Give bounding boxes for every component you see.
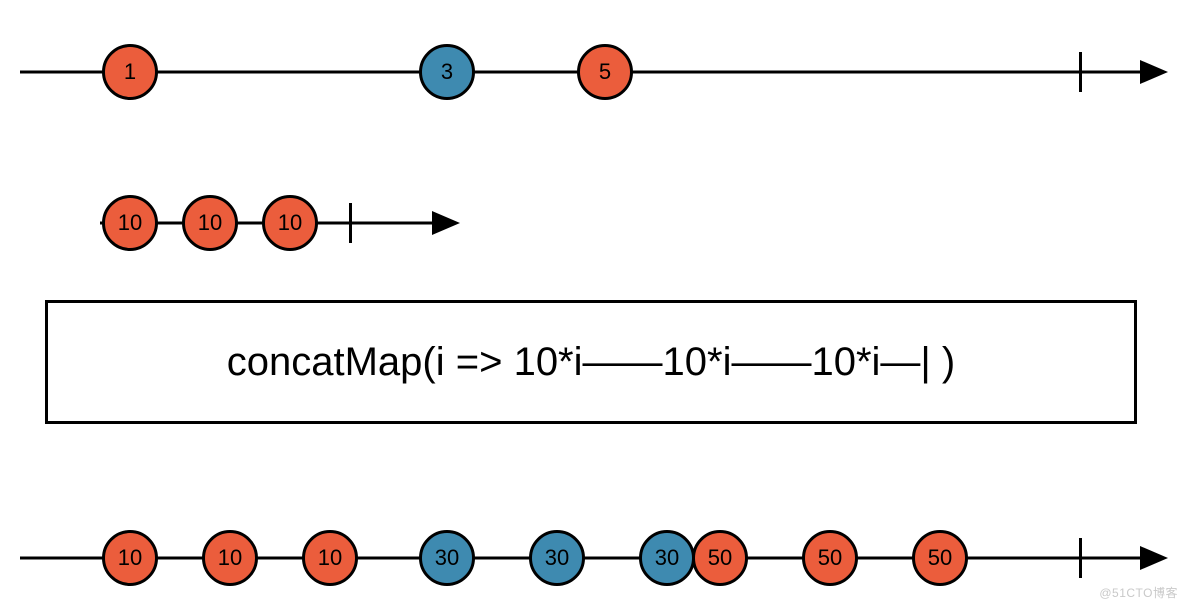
marble-value: 10 [318, 545, 342, 571]
output-marble-4: 30 [529, 530, 585, 586]
marble-value: 5 [599, 59, 611, 85]
marble-value: 50 [818, 545, 842, 571]
inner-timeline: 10 10 10 [0, 195, 1184, 251]
output-marble-7: 50 [802, 530, 858, 586]
marble-value: 10 [198, 210, 222, 236]
watermark-text: @51CTO博客 [1099, 584, 1178, 601]
marble-value: 10 [218, 545, 242, 571]
operator-box: concatMap(i => 10*i——10*i——10*i—| ) [45, 300, 1137, 424]
marble-value: 10 [278, 210, 302, 236]
output-marble-1: 10 [202, 530, 258, 586]
operator-expression: concatMap(i => 10*i——10*i——10*i—| ) [227, 340, 955, 385]
inner-marble-0: 10 [102, 195, 158, 251]
output-marble-8: 50 [912, 530, 968, 586]
marble-value: 30 [435, 545, 459, 571]
marble-value: 30 [545, 545, 569, 571]
source-timeline: 1 3 5 [0, 44, 1184, 100]
marble-value: 50 [708, 545, 732, 571]
output-marble-6: 50 [692, 530, 748, 586]
output-marble-5: 30 [639, 530, 695, 586]
marble-value: 3 [441, 59, 453, 85]
inner-marble-1: 10 [182, 195, 238, 251]
marble-value: 1 [124, 59, 136, 85]
diagram-canvas: { "colors": { "orange": "#eb5d3c", "blue… [0, 0, 1184, 605]
output-marble-3: 30 [419, 530, 475, 586]
source-marble-3: 3 [419, 44, 475, 100]
source-arrow-head [1140, 60, 1168, 84]
source-marble-5: 5 [577, 44, 633, 100]
marble-value: 10 [118, 545, 142, 571]
source-terminator [1079, 52, 1082, 92]
output-terminator [1079, 538, 1082, 578]
source-marble-1: 1 [102, 44, 158, 100]
inner-marble-2: 10 [262, 195, 318, 251]
marble-value: 30 [655, 545, 679, 571]
output-timeline: 10 10 10 30 30 30 50 50 50 [0, 530, 1184, 586]
marble-value: 50 [928, 545, 952, 571]
output-arrow-head [1140, 546, 1168, 570]
output-marble-2: 10 [302, 530, 358, 586]
output-marble-0: 10 [102, 530, 158, 586]
marble-value: 10 [118, 210, 142, 236]
inner-arrow-head [432, 211, 460, 235]
inner-terminator [349, 203, 352, 243]
